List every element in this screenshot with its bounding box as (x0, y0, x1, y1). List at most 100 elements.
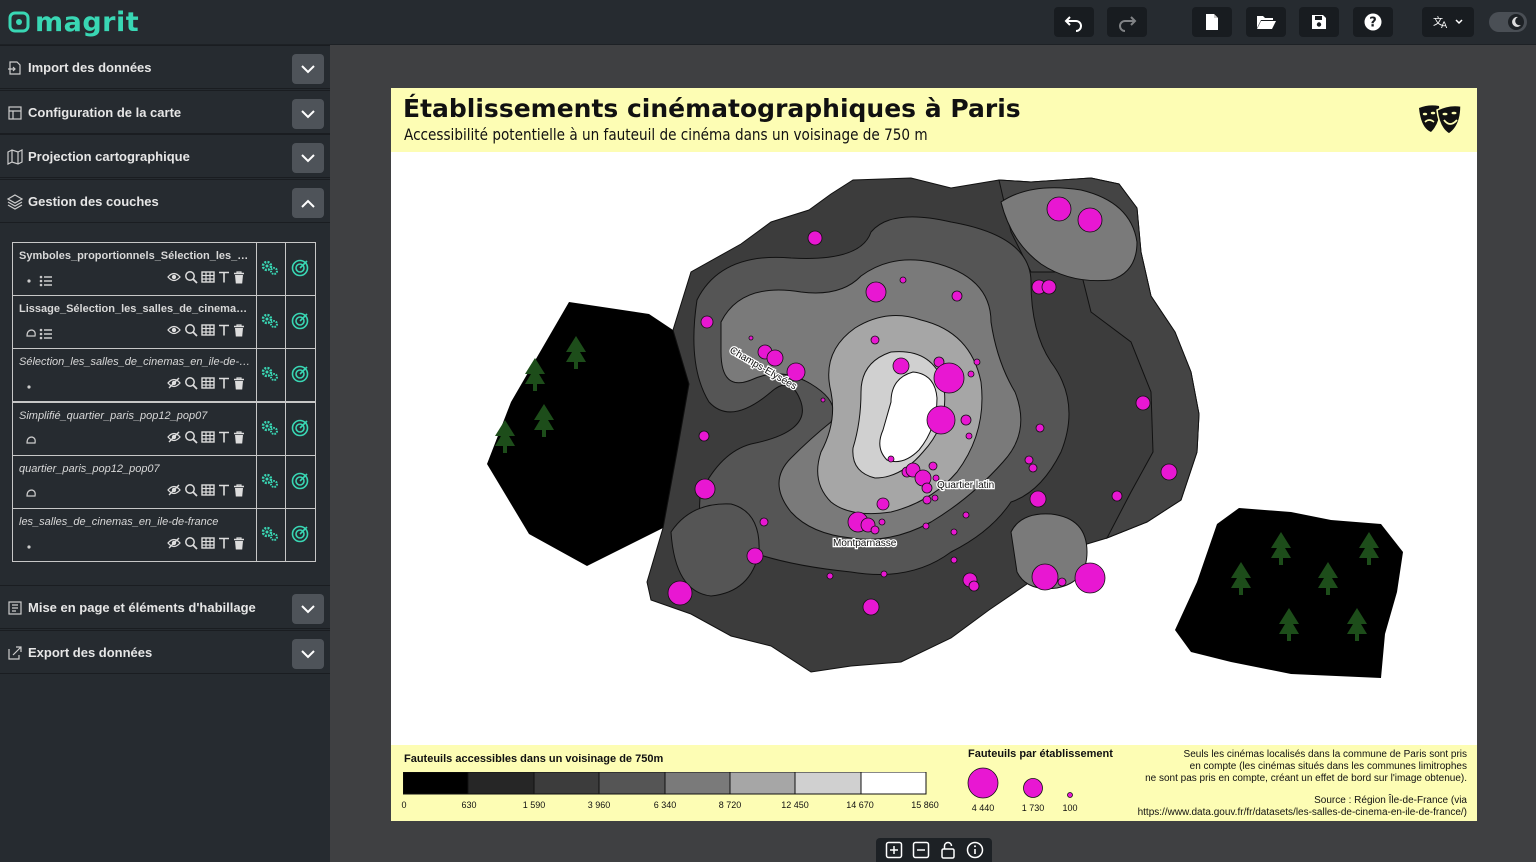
section-layers[interactable]: Gestion des couches (0, 179, 330, 223)
map-title[interactable]: Établissements cinématographiques à Pari… (403, 94, 1021, 123)
typology-target-icon[interactable] (291, 472, 309, 490)
layer-item[interactable]: Simplifié_quartier_paris_pop12_pop07 (12, 402, 316, 456)
section-import[interactable]: Import des données (0, 45, 330, 89)
paris-map[interactable]: Champs-Elysées Quartier latin Montparnas… (391, 152, 1477, 745)
source-line: https://www.data.gouv.fr/fr/datasets/les… (1137, 807, 1467, 818)
sidebar: Import des données Configuration de la c… (0, 45, 330, 862)
svg-text:?: ? (1369, 16, 1377, 31)
section-layout[interactable]: Mise en page et éléments d'habillage (0, 585, 330, 629)
table-icon[interactable] (201, 431, 215, 443)
redo-button[interactable] (1107, 7, 1147, 37)
legend-icon (39, 275, 52, 287)
zoom-to-layer-icon[interactable] (184, 536, 198, 550)
eye-slash-icon[interactable] (167, 537, 181, 549)
theme-toggle[interactable] (1489, 12, 1527, 32)
chevron-down-icon (301, 109, 315, 118)
save-project-button[interactable] (1299, 7, 1339, 37)
note-text[interactable]: Seuls les cinémas localisés dans la comm… (1087, 749, 1467, 785)
layer-item[interactable]: quartier_paris_pop12_pop07 (12, 455, 316, 509)
lock-icon[interactable] (939, 841, 957, 859)
info-icon[interactable] (966, 841, 984, 859)
collapse-button[interactable] (292, 188, 324, 218)
table-icon[interactable] (201, 271, 215, 283)
legend-break: 12 450 (781, 800, 809, 810)
section-label: Configuration de la carte (28, 105, 182, 120)
trash-icon[interactable] (233, 323, 245, 337)
layer-item[interactable]: Lissage_Sélection_les_salles_de_cinemas_… (12, 295, 316, 349)
typology-target-icon[interactable] (291, 259, 309, 277)
expand-button[interactable] (292, 639, 324, 669)
trash-icon[interactable] (233, 483, 245, 497)
text-label-icon[interactable] (218, 484, 230, 496)
map-config-icon (8, 106, 22, 120)
table-icon[interactable] (201, 484, 215, 496)
layer-item[interactable]: Sélection_les_salles_de_cinemas_en_ile-d… (12, 348, 316, 402)
text-label-icon[interactable] (218, 271, 230, 283)
table-icon[interactable] (201, 377, 215, 389)
choropleth-legend-bar[interactable] (403, 772, 927, 800)
zoom-out-icon[interactable] (912, 841, 930, 859)
eye-slash-icon[interactable] (167, 484, 181, 496)
settings-gears-icon[interactable] (261, 419, 279, 437)
settings-gears-icon[interactable] (261, 365, 279, 383)
help-icon: ? (1364, 13, 1382, 31)
text-label-icon[interactable] (218, 431, 230, 443)
table-icon[interactable] (201, 537, 215, 549)
settings-gears-icon[interactable] (261, 525, 279, 543)
section-projection[interactable]: Projection cartographique (0, 134, 330, 178)
table-icon[interactable] (201, 324, 215, 336)
magrit-logo-icon (8, 11, 30, 33)
trash-icon[interactable] (233, 270, 245, 284)
help-button[interactable]: ? (1353, 7, 1393, 37)
map-canvas[interactable]: Établissements cinématographiques à Pari… (391, 88, 1477, 821)
settings-gears-icon[interactable] (261, 312, 279, 330)
typology-target-icon[interactable] (291, 419, 309, 437)
zoom-to-layer-icon[interactable] (184, 270, 198, 284)
new-project-button[interactable] (1192, 7, 1232, 37)
zoom-to-layer-icon[interactable] (184, 323, 198, 337)
eye-icon[interactable] (167, 324, 181, 336)
layer-name: les_salles_de_cinemas_en_ile-de-france (19, 516, 219, 528)
zoom-to-layer-icon[interactable] (184, 376, 198, 390)
bois-de-boulogne (487, 302, 689, 566)
source-text[interactable]: Source : Région Île-de-France (via https… (1087, 795, 1467, 819)
layout-icon (8, 601, 22, 615)
undo-button[interactable] (1054, 7, 1094, 37)
expand-button[interactable] (292, 594, 324, 624)
section-map-config[interactable]: Configuration de la carte (0, 90, 330, 134)
text-label-icon[interactable] (218, 324, 230, 336)
trash-icon[interactable] (233, 430, 245, 444)
text-label-icon[interactable] (218, 377, 230, 389)
section-export[interactable]: Export des données (0, 630, 330, 674)
eye-slash-icon[interactable] (167, 377, 181, 389)
zoom-in-icon[interactable] (885, 841, 903, 859)
language-select[interactable]: 文A (1422, 7, 1474, 37)
layer-name: quartier_paris_pop12_pop07 (19, 463, 160, 475)
expand-button[interactable] (292, 143, 324, 173)
trash-icon[interactable] (233, 536, 245, 550)
eye-icon[interactable] (167, 271, 181, 283)
theater-masks-icon[interactable] (1415, 102, 1465, 140)
legend-break: 3 960 (587, 800, 611, 810)
layer-item[interactable]: les_salles_de_cinemas_en_ile-de-france (12, 508, 316, 562)
app-logo: magrit (7, 7, 139, 38)
layer-item[interactable]: Symboles_proportionnels_Sélection_les_sa… (12, 242, 316, 296)
expand-button[interactable] (292, 54, 324, 84)
section-label: Export des données (28, 645, 153, 660)
zoom-to-layer-icon[interactable] (184, 430, 198, 444)
zoom-to-layer-icon[interactable] (184, 483, 198, 497)
text-label-icon[interactable] (218, 537, 230, 549)
typology-target-icon[interactable] (291, 365, 309, 383)
layer-name: Symboles_proportionnels_Sélection_les_sa… (19, 250, 251, 262)
settings-gears-icon[interactable] (261, 259, 279, 277)
expand-button[interactable] (292, 99, 324, 129)
trash-icon[interactable] (233, 376, 245, 390)
map-subtitle[interactable]: Accessibilité potentielle à un fauteuil … (404, 125, 928, 144)
choropleth-legend-title[interactable]: Fauteuils accessibles dans un voisinage … (404, 753, 663, 765)
typology-target-icon[interactable] (291, 525, 309, 543)
settings-gears-icon[interactable] (261, 472, 279, 490)
typology-target-icon[interactable] (291, 312, 309, 330)
eye-slash-icon[interactable] (167, 431, 181, 443)
open-project-button[interactable] (1246, 7, 1286, 37)
symbols-legend[interactable] (961, 765, 1081, 805)
